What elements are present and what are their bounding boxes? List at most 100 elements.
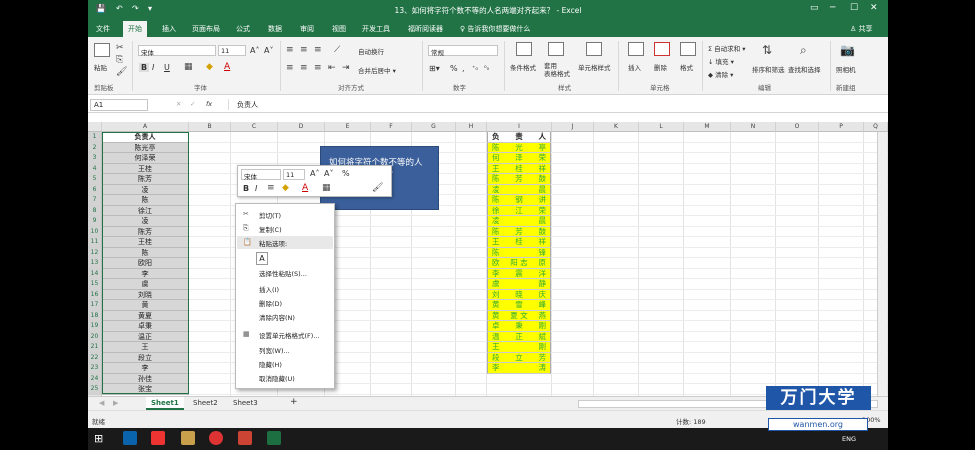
context-menu-item[interactable]: ⎘ 复制(C) bbox=[237, 222, 333, 235]
mini-percent-button[interactable]: % bbox=[342, 169, 350, 178]
mini-italic-button[interactable]: I bbox=[255, 184, 257, 193]
tab-insert[interactable]: 插入 bbox=[162, 24, 176, 34]
context-menu-item[interactable]: 清除内容(N) bbox=[237, 310, 333, 323]
cell-a[interactable]: 李 bbox=[102, 268, 189, 279]
cell-a[interactable]: 何泽荣 bbox=[102, 153, 189, 164]
find-select-icon[interactable]: ⌕ bbox=[800, 43, 807, 58]
row-header[interactable]: 8 bbox=[88, 205, 102, 216]
cell-styles-button[interactable]: 单元格样式 bbox=[578, 62, 611, 72]
cell-i[interactable]: 何泽荣 bbox=[487, 153, 551, 164]
camera-button[interactable]: 照相机 bbox=[836, 64, 856, 74]
grow-font-icon[interactable]: A˄ bbox=[250, 46, 259, 55]
cell-a[interactable]: 王 bbox=[102, 342, 189, 353]
mini-bold-button[interactable]: B bbox=[243, 184, 249, 193]
column-header[interactable]: G bbox=[412, 122, 456, 132]
mini-fill-color-icon[interactable]: ◆ bbox=[282, 183, 289, 193]
language-indicator[interactable]: ENG bbox=[842, 435, 856, 443]
align-middle-icon[interactable]: ≡ bbox=[300, 45, 308, 55]
cell-i[interactable]: 凌晨 bbox=[487, 216, 551, 227]
align-left-icon[interactable]: ≡ bbox=[286, 63, 294, 73]
column-header[interactable]: O bbox=[776, 122, 819, 132]
cell-i[interactable]: 欧阳 志原 bbox=[487, 258, 551, 269]
column-header[interactable]: B bbox=[189, 122, 231, 132]
cell-i[interactable]: 虞静 bbox=[487, 279, 551, 290]
merge-center-button[interactable]: 合并后居中 ▾ bbox=[358, 65, 396, 75]
column-header[interactable]: P bbox=[819, 122, 864, 132]
context-menu-item[interactable]: 取消隐藏(U) bbox=[237, 371, 333, 384]
cell-a[interactable]: 黄 bbox=[102, 300, 189, 311]
context-menu-item[interactable]: 隐藏(H) bbox=[237, 357, 333, 370]
format-painter-icon[interactable]: 🖌 bbox=[116, 67, 127, 77]
next-sheet-icon[interactable]: ▶ bbox=[108, 397, 123, 410]
sort-filter-button[interactable]: 排序和筛选 bbox=[752, 64, 785, 74]
row-header[interactable]: 21 bbox=[88, 342, 102, 353]
row-header[interactable]: 3 bbox=[88, 153, 102, 164]
paste-icon[interactable] bbox=[94, 43, 110, 57]
powerpoint-icon[interactable] bbox=[238, 431, 252, 445]
row-header[interactable]: 1 bbox=[88, 132, 102, 143]
row-header[interactable]: 25 bbox=[88, 384, 102, 395]
cell-a[interactable]: 虞 bbox=[102, 279, 189, 290]
cell-a[interactable]: 王桂 bbox=[102, 237, 189, 248]
cell-i[interactable]: 黄夏 文燕 bbox=[487, 310, 551, 321]
taskbar-app-icon-2[interactable] bbox=[151, 431, 165, 445]
align-top-icon[interactable]: ≡ bbox=[286, 45, 294, 55]
delete-cells-icon[interactable] bbox=[654, 42, 670, 56]
italic-button[interactable]: I bbox=[152, 63, 154, 72]
row-header[interactable]: 15 bbox=[88, 279, 102, 290]
tab-data[interactable]: 数据 bbox=[268, 24, 282, 34]
format-as-table-button[interactable]: 套用 表格格式 bbox=[544, 62, 570, 78]
name-box[interactable]: A1 bbox=[90, 99, 148, 111]
copy-icon[interactable]: ⎘ bbox=[116, 55, 123, 65]
mini-shrink-font-icon[interactable]: A˅ bbox=[324, 169, 333, 178]
cell-a[interactable]: 王桂 bbox=[102, 163, 189, 174]
cell-i[interactable]: 陈芳鼓 bbox=[487, 226, 551, 237]
cancel-formula-icon[interactable]: ✕ bbox=[176, 100, 181, 108]
cell-i[interactable]: 陈光亭 bbox=[487, 142, 551, 153]
close-button[interactable]: ✕ bbox=[870, 3, 878, 13]
find-select-button[interactable]: 查找和选择 bbox=[788, 64, 821, 74]
mini-grow-font-icon[interactable]: A˄ bbox=[310, 169, 319, 178]
cell-i[interactable]: 李震洋 bbox=[487, 268, 551, 279]
wrap-text-button[interactable]: 自动换行 bbox=[358, 46, 384, 56]
cell-i[interactable]: 负责人 bbox=[487, 132, 551, 143]
mini-size-select[interactable]: 11 bbox=[283, 169, 305, 180]
shrink-font-icon[interactable]: A˅ bbox=[264, 46, 273, 55]
camera-icon[interactable]: 📷 bbox=[840, 43, 855, 57]
mini-font-select[interactable]: 宋体 bbox=[241, 169, 281, 181]
cell-a[interactable]: 黄夏 bbox=[102, 310, 189, 321]
decrease-decimal-icon[interactable]: ⁰₀ bbox=[484, 64, 489, 72]
column-header[interactable]: H bbox=[456, 122, 487, 132]
delete-cells-button[interactable]: 删除 bbox=[654, 62, 667, 72]
context-menu-item[interactable]: 选择性粘贴(S)... bbox=[237, 266, 333, 279]
borders-icon[interactable]: ▦ bbox=[184, 62, 193, 72]
orientation-icon[interactable]: ⟋ bbox=[334, 45, 340, 55]
format-as-table-icon[interactable] bbox=[548, 42, 564, 56]
increase-decimal-icon[interactable]: ⁺₀ bbox=[472, 64, 478, 72]
column-header[interactable]: A bbox=[102, 122, 189, 132]
cell-i[interactable]: 李涛 bbox=[487, 363, 551, 374]
currency-icon[interactable]: ⊞▾ bbox=[429, 64, 440, 73]
cell-a[interactable]: 温正 bbox=[102, 331, 189, 342]
align-right-icon[interactable]: ≡ bbox=[314, 63, 322, 73]
row-header[interactable]: 17 bbox=[88, 300, 102, 311]
taskbar-app-icon-4[interactable] bbox=[209, 431, 223, 445]
mini-borders-icon[interactable]: ▦ bbox=[322, 183, 331, 193]
tab-home[interactable]: 开始 bbox=[123, 21, 147, 37]
cell-a[interactable]: 徐江 bbox=[102, 205, 189, 216]
select-all-corner[interactable] bbox=[88, 122, 102, 132]
row-header[interactable]: 20 bbox=[88, 331, 102, 342]
autosum-button[interactable]: Σ 自动求和 ▾ bbox=[708, 43, 746, 53]
cell-i[interactable]: 王桂祥 bbox=[487, 163, 551, 174]
ribbon-display-icon[interactable]: ▭ bbox=[810, 3, 819, 13]
row-header[interactable]: 4 bbox=[88, 163, 102, 174]
cell-i[interactable]: 陈锋 bbox=[487, 247, 551, 258]
row-header[interactable]: 16 bbox=[88, 289, 102, 300]
cell-i[interactable]: 徐江荣 bbox=[487, 205, 551, 216]
cell-i[interactable]: 刘晓庆 bbox=[487, 289, 551, 300]
conditional-format-button[interactable]: 条件格式 bbox=[510, 62, 536, 72]
cell-i[interactable]: 黄雪峰 bbox=[487, 300, 551, 311]
cell-i[interactable]: 凌晨 bbox=[487, 184, 551, 195]
column-header[interactable]: K bbox=[594, 122, 639, 132]
row-header[interactable]: 10 bbox=[88, 226, 102, 237]
